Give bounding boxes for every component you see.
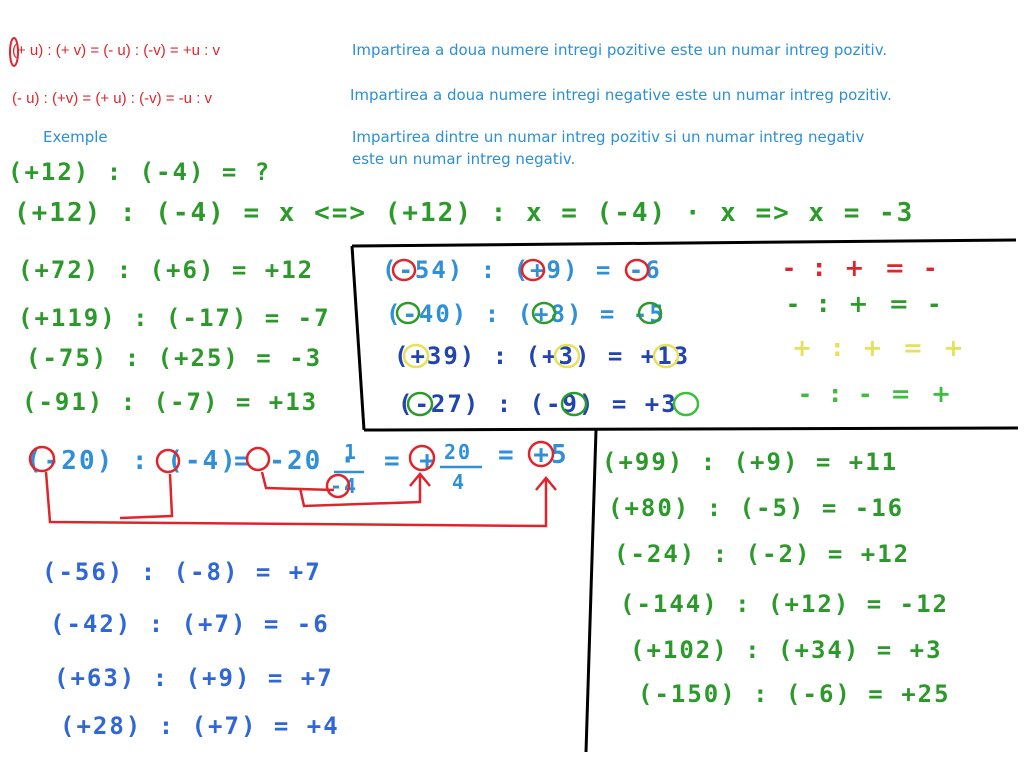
box-border xyxy=(350,238,1019,753)
sign-circles xyxy=(391,258,700,417)
fraction-arrows xyxy=(28,440,557,528)
rule-parens xyxy=(9,37,19,67)
annotation-drawing xyxy=(9,37,1019,753)
